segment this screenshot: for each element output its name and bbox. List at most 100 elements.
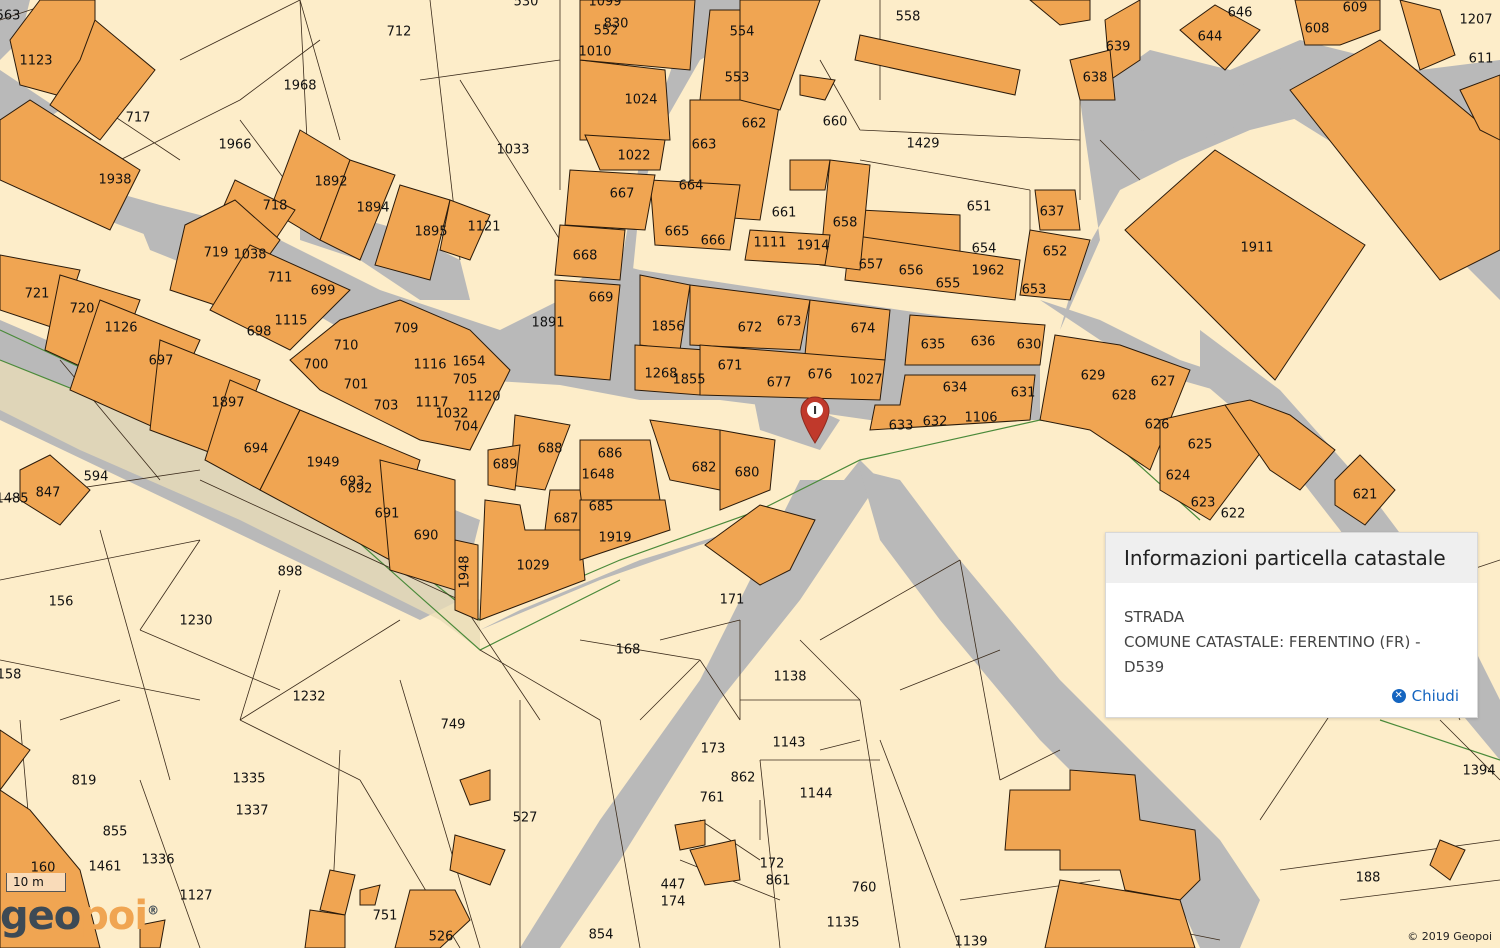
parcel-number: 688 — [538, 442, 563, 457]
parcel-number: 898 — [278, 565, 303, 580]
parcel-number: 156 — [49, 595, 74, 610]
logo-mark: ® — [147, 903, 159, 918]
parcel-number: 705 — [453, 373, 478, 388]
parcel-number: 666 — [701, 234, 726, 249]
parcel-number: 1010 — [578, 45, 611, 60]
parcel-number: 1121 — [467, 220, 500, 235]
parcel-number: 718 — [263, 199, 288, 214]
parcel-number: 1461 — [88, 860, 121, 875]
parcel-number: 1335 — [232, 772, 265, 787]
parcel-number: 673 — [777, 315, 802, 330]
copyright: © 2019 Geopoi — [1407, 930, 1492, 943]
parcel-number: 637 — [1040, 205, 1065, 220]
parcel-number: 689 — [493, 458, 518, 473]
parcel-number: 188 — [1356, 871, 1381, 886]
parcel-number: 1143 — [772, 736, 805, 751]
parcel-number: 631 — [1011, 386, 1036, 401]
close-button[interactable]: ✕ Chiudi — [1391, 687, 1459, 705]
parcel-number: 1126 — [104, 321, 137, 336]
parcel-number: 630 — [1017, 338, 1042, 353]
parcel-number: 1116 — [413, 358, 446, 373]
parcel-number: 686 — [598, 447, 623, 462]
parcel-number: 608 — [1305, 22, 1330, 37]
parcel-number: 621 — [1353, 488, 1378, 503]
parcel-number: 1106 — [964, 411, 997, 426]
parcel-number: 1337 — [235, 804, 268, 819]
parcel-number: 1033 — [496, 143, 529, 158]
parcel-number: 692 — [348, 482, 373, 497]
parcel-number: 1891 — [531, 316, 564, 331]
parcel-number: 1099 — [588, 0, 621, 10]
parcel-number: 1654 — [452, 355, 485, 370]
parcel-number: 664 — [679, 179, 704, 194]
parcel-number: 861 — [766, 874, 791, 889]
parcel-number: 1144 — [799, 787, 832, 802]
close-label: Chiudi — [1411, 687, 1459, 705]
parcel-number: 661 — [772, 206, 797, 221]
parcel-number: 653 — [1022, 283, 1047, 298]
parcel-number: 172 — [760, 857, 785, 872]
parcel-number: 629 — [1081, 369, 1106, 384]
parcel-number: 660 — [823, 115, 848, 130]
parcel-number: 1962 — [971, 264, 1004, 279]
parcel-number: 672 — [738, 321, 763, 336]
parcel-number: 623 — [1191, 496, 1216, 511]
parcel-number: 1336 — [141, 853, 174, 868]
parcel-number: 665 — [665, 225, 690, 240]
parcel-number: 1919 — [598, 531, 631, 546]
parcel-number: 1394 — [1462, 764, 1495, 779]
parcel-number: 1115 — [274, 314, 307, 329]
parcel-number: 855 — [103, 825, 128, 840]
parcel-number: 760 — [852, 881, 877, 896]
parcel-number: 674 — [851, 322, 876, 337]
parcel-number: 622 — [1221, 507, 1246, 522]
parcel-number: 700 — [304, 358, 329, 373]
parcel-number: 1911 — [1240, 241, 1273, 256]
parcel-number: 1429 — [906, 137, 939, 152]
parcel-number: 1027 — [849, 373, 882, 388]
parcel-number: 626 — [1145, 418, 1170, 433]
parcel-number: 1022 — [617, 149, 650, 164]
geopoi-logo: geopoi® — [0, 893, 159, 939]
parcel-number: 1207 — [1459, 13, 1492, 28]
parcel-number: 655 — [936, 277, 961, 292]
parcel-number: 687 — [554, 512, 579, 527]
parcel-number: 628 — [1112, 389, 1137, 404]
parcel-number: 751 — [373, 909, 398, 924]
cadastral-map[interactable]: 563 1123 717 712 1968 1966 1938 1892 189… — [0, 0, 1500, 948]
parcel-number: 749 — [441, 718, 466, 733]
parcel-number: 652 — [1043, 245, 1068, 260]
parcel-number: 563 — [0, 9, 20, 24]
parcel-number: 609 — [1343, 1, 1368, 16]
parcel-number: 1485 — [0, 492, 29, 507]
parcel-number: 627 — [1151, 375, 1176, 390]
parcel-number: 1127 — [179, 889, 212, 904]
parcel-number: 709 — [394, 322, 419, 337]
parcel-number: 703 — [374, 399, 399, 414]
scale-bar: 10 m — [6, 873, 66, 892]
parcel-number: 1135 — [826, 916, 859, 931]
parcel-number: 526 — [429, 930, 454, 945]
parcel-number: 698 — [247, 325, 272, 340]
info-panel-body: STRADA COMUNE CATASTALE: FERENTINO (FR) … — [1106, 583, 1477, 680]
parcel-number: 1138 — [773, 670, 806, 685]
parcel-number: 553 — [725, 71, 750, 86]
parcel-number: 682 — [692, 461, 717, 476]
parcel-number: 1914 — [796, 239, 829, 254]
parcel-number: 1949 — [306, 456, 339, 471]
info-panel-title: Informazioni particella catastale — [1106, 533, 1477, 583]
parcel-number: 847 — [36, 486, 61, 501]
parcel-number: 711 — [268, 271, 293, 286]
scale-label: 10 m — [13, 875, 44, 889]
parcel-number: 701 — [344, 378, 369, 393]
parcel-number: 1230 — [179, 614, 212, 629]
parcel-number: 638 — [1083, 71, 1108, 86]
logo-geo: geo — [0, 893, 81, 939]
parcel-number: 1948 — [458, 555, 473, 588]
parcel-number: 633 — [889, 419, 914, 434]
parcel-number: 677 — [767, 376, 792, 391]
parcel-number: 651 — [967, 200, 992, 215]
parcel-number: 632 — [923, 415, 948, 430]
parcel-number: 173 — [701, 742, 726, 757]
parcel-number: 644 — [1198, 30, 1223, 45]
